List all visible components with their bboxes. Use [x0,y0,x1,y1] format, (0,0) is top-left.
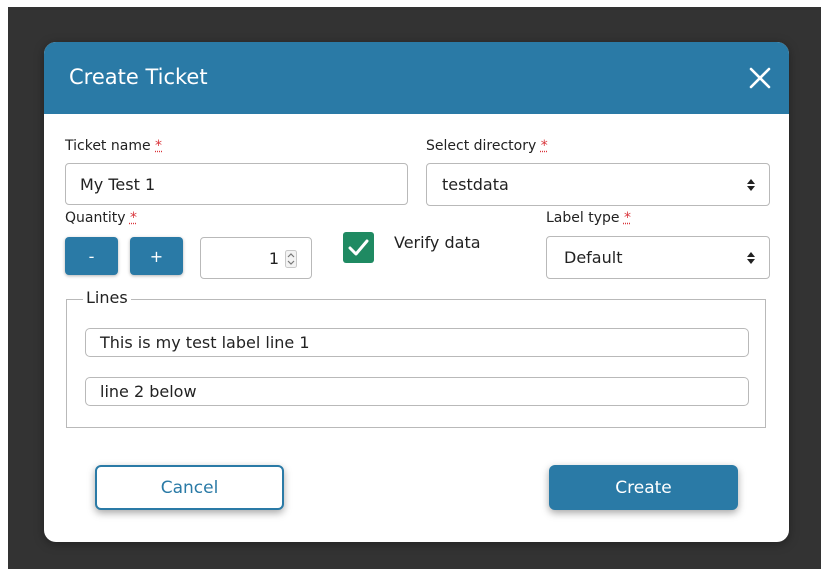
directory-label: Select directory * [426,138,548,154]
sort-arrows-icon [747,178,755,191]
lines-fieldset: Lines This is my test label line 1 line … [66,288,766,428]
dialog-header: Create Ticket [44,42,789,114]
required-mark: * [623,210,631,226]
ticket-name-label: Ticket name * [65,138,163,154]
required-mark: * [129,210,137,226]
directory-select[interactable]: testdata [426,163,770,206]
quantity-label: Quantity * [65,210,137,226]
line-input-1[interactable]: This is my test label line 1 [85,328,749,357]
required-mark: * [155,138,163,154]
lines-legend: Lines [83,288,131,307]
sort-arrows-icon [747,251,755,264]
verify-data-label: Verify data [394,233,481,252]
create-ticket-dialog: Create Ticket Ticket name * My Test 1 Se… [44,42,789,542]
verify-data-checkbox[interactable] [343,232,374,263]
dialog-title: Create Ticket [69,65,208,89]
spinner-arrows-icon [285,250,297,268]
label-type-select[interactable]: Default [546,236,770,279]
quantity-stepper[interactable]: 1 [200,237,312,279]
increment-button[interactable]: + [130,237,183,275]
cancel-button[interactable]: Cancel [95,465,284,510]
create-button[interactable]: Create [549,465,738,510]
decrement-button[interactable]: - [65,237,118,275]
close-icon [749,67,771,89]
label-type-label: Label type * [546,210,631,226]
line-input-2[interactable]: line 2 below [85,377,749,406]
ticket-name-input[interactable]: My Test 1 [65,163,408,205]
close-button[interactable] [744,62,776,94]
required-mark: * [540,138,548,154]
checkmark-icon [348,239,369,256]
